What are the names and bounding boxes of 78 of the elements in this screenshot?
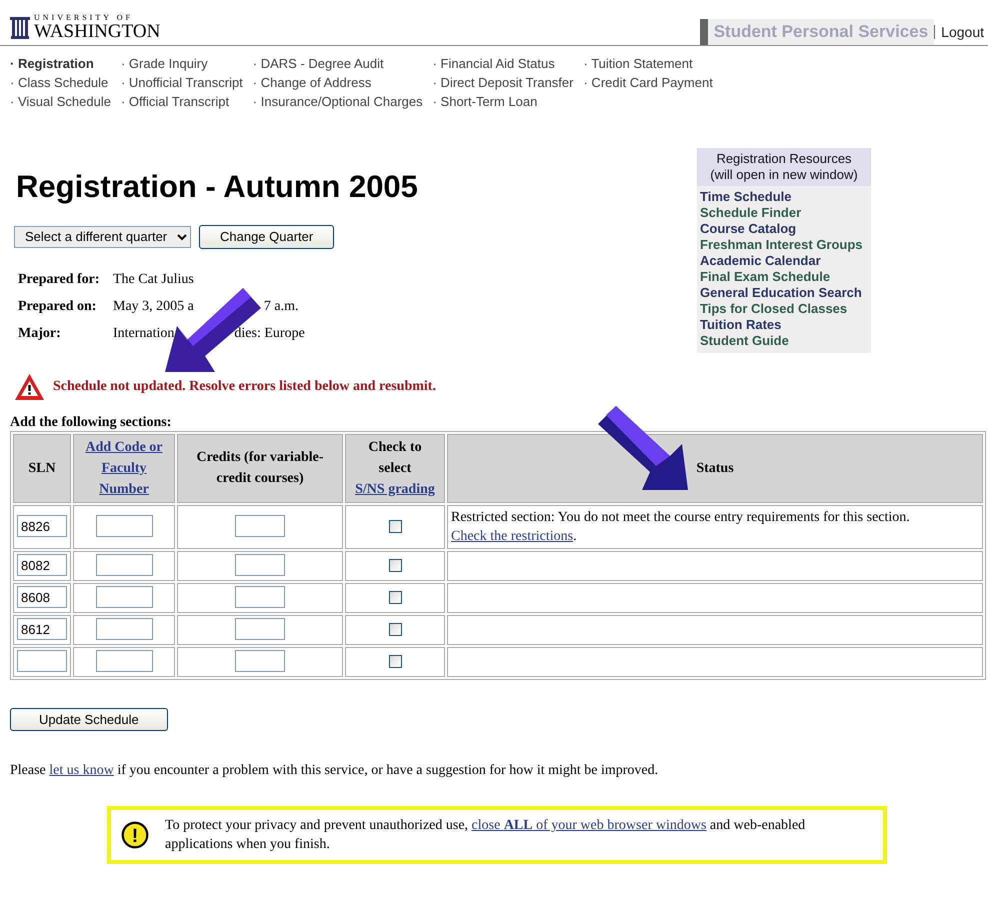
resource-link[interactable]: Student Guide xyxy=(697,333,871,349)
info-value: dies: Europe xyxy=(234,324,305,343)
resource-link[interactable]: Freshman Interest Groups xyxy=(697,237,871,253)
column-header: Status xyxy=(695,460,735,478)
code-field[interactable] xyxy=(96,618,152,640)
column-header: SLN xyxy=(27,460,57,478)
credits-field[interactable] xyxy=(235,554,285,576)
logo-text: WASHINGTON xyxy=(34,22,160,41)
sln-field[interactable]: 8608 xyxy=(17,586,67,608)
info-value: Internation xyxy=(113,324,174,343)
info-value: 7 a.m. xyxy=(264,298,298,316)
close-windows-link[interactable]: close ALL of your web browser windows xyxy=(472,818,706,834)
checkbox[interactable] xyxy=(388,623,402,636)
nav-link-item[interactable]: · DARS - Degree Audit xyxy=(252,54,423,73)
nav-link-item[interactable]: · Tuition Statement xyxy=(583,54,713,73)
resource-link[interactable]: Time Schedule xyxy=(697,189,871,205)
checkbox[interactable] xyxy=(388,655,402,668)
logout-link[interactable]: Logout xyxy=(934,24,984,39)
resource-link[interactable]: Final Exam Schedule xyxy=(697,269,871,285)
resource-link[interactable]: Academic Calendar xyxy=(697,253,871,269)
info-label: Prepared on: xyxy=(18,292,113,320)
resources-title: Registration Resources xyxy=(715,151,853,167)
checkbox[interactable] xyxy=(388,559,402,572)
sln-field[interactable] xyxy=(17,650,67,672)
feedback-text: Please let us know if you encounter a problem with this service, or have a suggestion for how it might be improved. xyxy=(10,762,660,780)
exclamation-icon: ! xyxy=(121,819,150,852)
resource-link[interactable]: Schedule Finder xyxy=(697,205,871,221)
column-header: Check to select xyxy=(367,438,423,478)
nav-link-item[interactable]: · Grade Inquiry xyxy=(120,54,243,73)
code-field[interactable] xyxy=(96,650,152,672)
resource-link[interactable]: Tips for Closed Classes xyxy=(697,301,871,317)
code-field[interactable] xyxy=(96,515,152,538)
table-caption: Add the following sections: xyxy=(10,414,172,431)
code-field[interactable] xyxy=(96,554,152,576)
info-label: Prepared for: xyxy=(18,266,113,293)
change-quarter-button[interactable]: Change Quarter xyxy=(199,225,334,249)
status-link[interactable]: Check the restrictions xyxy=(451,528,574,544)
nav-link-item[interactable]: · Visual Schedule xyxy=(10,92,111,111)
credits-field[interactable] xyxy=(235,515,285,538)
service-title: Student Personal Services xyxy=(700,18,934,45)
nav-link-item[interactable]: · Financial Aid Status xyxy=(432,54,574,73)
nav-link-item[interactable]: · Class Schedule xyxy=(10,73,111,92)
sln-field[interactable]: 8612 xyxy=(17,618,67,640)
sln-field[interactable]: 8082 xyxy=(17,554,67,576)
nav-link-item[interactable]: · Registration xyxy=(10,54,111,73)
resource-link[interactable]: Tuition Rates xyxy=(697,317,871,333)
resource-link[interactable]: Course Catalog xyxy=(697,221,871,237)
quarter-select[interactable]: Select a different quarter xyxy=(14,226,191,248)
feedback-link[interactable]: let us know xyxy=(49,763,114,778)
nav-link-item[interactable]: · Credit Card Payment xyxy=(583,73,713,92)
nav-link-item[interactable]: · Unofficial Transcript xyxy=(120,73,243,92)
page-title: Registration - Autumn 2005 xyxy=(16,168,419,206)
credits-field[interactable] xyxy=(235,586,285,608)
checkbox[interactable] xyxy=(388,520,402,534)
nav-link-item[interactable]: · Change of Address xyxy=(252,73,423,92)
code-field[interactable] xyxy=(96,586,152,608)
column-header-link[interactable]: S/NS grading xyxy=(355,482,435,497)
update-schedule-button[interactable]: Update Schedule xyxy=(10,708,168,732)
info-label: Major: xyxy=(18,324,62,343)
nav-link-item[interactable]: · Official Transcript xyxy=(120,92,243,111)
privacy-notice: To protect your privacy and prevent unauthorized use, close ALL of your web browser windows and web-enabled applications when you finish. xyxy=(165,817,806,854)
checkbox[interactable] xyxy=(388,591,402,604)
resources-subtitle: (will open in new window) xyxy=(709,167,859,183)
nav-link-item[interactable]: · Insurance/Optional Charges xyxy=(252,92,423,111)
status-text: Restricted section: You do not meet the course entry requirements for this section. Check the restrictions. xyxy=(451,508,911,546)
credits-field[interactable] xyxy=(235,650,285,672)
resource-link[interactable]: General Education Search xyxy=(697,285,871,301)
column-logo-icon xyxy=(10,15,30,41)
sln-field[interactable]: 8826 xyxy=(17,515,67,538)
error-message: Schedule not updated. Resolve errors listed below and resubmit. xyxy=(53,378,436,396)
info-value: May 3, 2005 a xyxy=(113,298,194,316)
info-value: The Cat Julius xyxy=(113,270,194,289)
warning-icon xyxy=(14,372,45,401)
credits-field[interactable] xyxy=(235,618,285,640)
column-header: Credits (for variable-credit courses) xyxy=(195,449,324,488)
logo-text: UNIVERSITY OF xyxy=(34,14,134,22)
nav-link-item[interactable]: · Direct Deposit Transfer xyxy=(432,73,574,92)
nav-link-item[interactable]: · Short-Term Loan xyxy=(432,92,574,111)
